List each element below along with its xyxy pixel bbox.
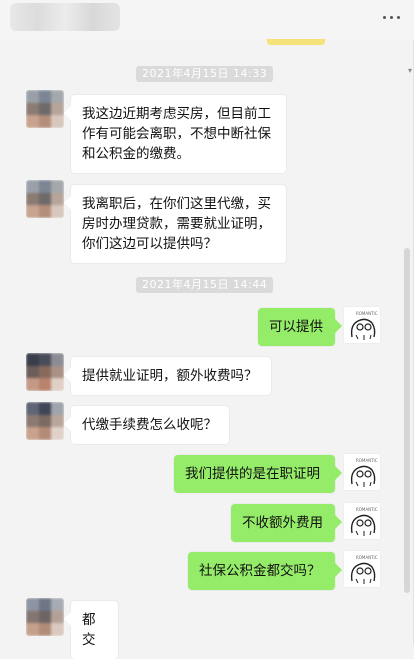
message-line: 我这边近期考虑买房，但目前工	[82, 106, 271, 122]
message-line: 我们提供的是在职证明	[185, 466, 320, 482]
message-line: 不收额外费用	[242, 515, 323, 531]
more-options-icon[interactable]	[383, 16, 400, 19]
message-line: 社保公积金都交吗？	[199, 563, 321, 579]
incoming-message[interactable]: 都交	[71, 601, 118, 659]
outgoing-message[interactable]: 社保公积金都交吗？	[188, 552, 335, 590]
contact-name-blurred	[10, 3, 120, 31]
incoming-message[interactable]: 代缴手续费怎么收呢？	[71, 406, 229, 444]
outgoing-message[interactable]: 我们提供的是在职证明	[174, 455, 335, 493]
chat-header	[0, 0, 414, 40]
message-line: 可以提供	[269, 319, 323, 335]
customer-avatar[interactable]	[26, 402, 64, 440]
message-line: 我离职后，在你们这里代缴，买	[82, 196, 271, 212]
incoming-message[interactable]: 我离职后，在你们这里代缴，买 房时办理贷款，需要就业证明， 你们这边可以提供吗？	[71, 185, 286, 263]
message-line: 代缴手续费怎么收呢？	[82, 417, 217, 433]
message-line: 提供就业证明，额外收费吗？	[82, 368, 258, 384]
svg-text:ROMANTIC: ROMANTIC	[356, 458, 378, 463]
sketch-character-icon: ROMANTIC	[350, 311, 378, 340]
outgoing-message[interactable]: 可以提供	[258, 308, 335, 346]
message-line: 你们这边可以提供吗？	[82, 236, 217, 252]
message-line: 房时办理贷款，需要就业证明，	[82, 216, 271, 232]
message-line: 作有可能会离职，不想中断社保	[82, 126, 271, 142]
incoming-message[interactable]: 我这边近期考虑买房，但目前工 作有可能会离职，不想中断社保 和公积金的缴费。	[71, 95, 286, 173]
outgoing-message[interactable]: 不收额外费用	[231, 504, 335, 542]
svg-text:ROMANTIC: ROMANTIC	[356, 311, 378, 316]
agent-avatar[interactable]: ROMANTIC	[344, 307, 380, 343]
sketch-character-icon: ROMANTIC	[350, 458, 378, 487]
agent-avatar[interactable]: ROMANTIC	[344, 503, 380, 539]
timestamp: 2021年4月15日 14:33	[136, 66, 274, 82]
incoming-message[interactable]: 提供就业证明，额外收费吗？	[71, 357, 271, 395]
customer-avatar[interactable]	[26, 180, 64, 218]
svg-text:ROMANTIC: ROMANTIC	[356, 555, 378, 560]
previous-message-tail	[267, 39, 325, 45]
sketch-character-icon: ROMANTIC	[350, 555, 378, 584]
message-line: 都交	[82, 612, 96, 648]
customer-avatar[interactable]	[26, 353, 64, 391]
customer-avatar[interactable]	[26, 598, 64, 636]
agent-avatar[interactable]: ROMANTIC	[344, 454, 380, 490]
timestamp: 2021年4月15日 14:44	[136, 277, 274, 293]
sketch-character-icon: ROMANTIC	[350, 507, 378, 536]
message-line: 和公积金的缴费。	[82, 146, 190, 162]
scrollbar-thumb[interactable]	[404, 248, 410, 593]
customer-avatar[interactable]	[26, 90, 64, 128]
agent-avatar[interactable]: ROMANTIC	[344, 551, 380, 587]
svg-text:ROMANTIC: ROMANTIC	[356, 507, 378, 512]
